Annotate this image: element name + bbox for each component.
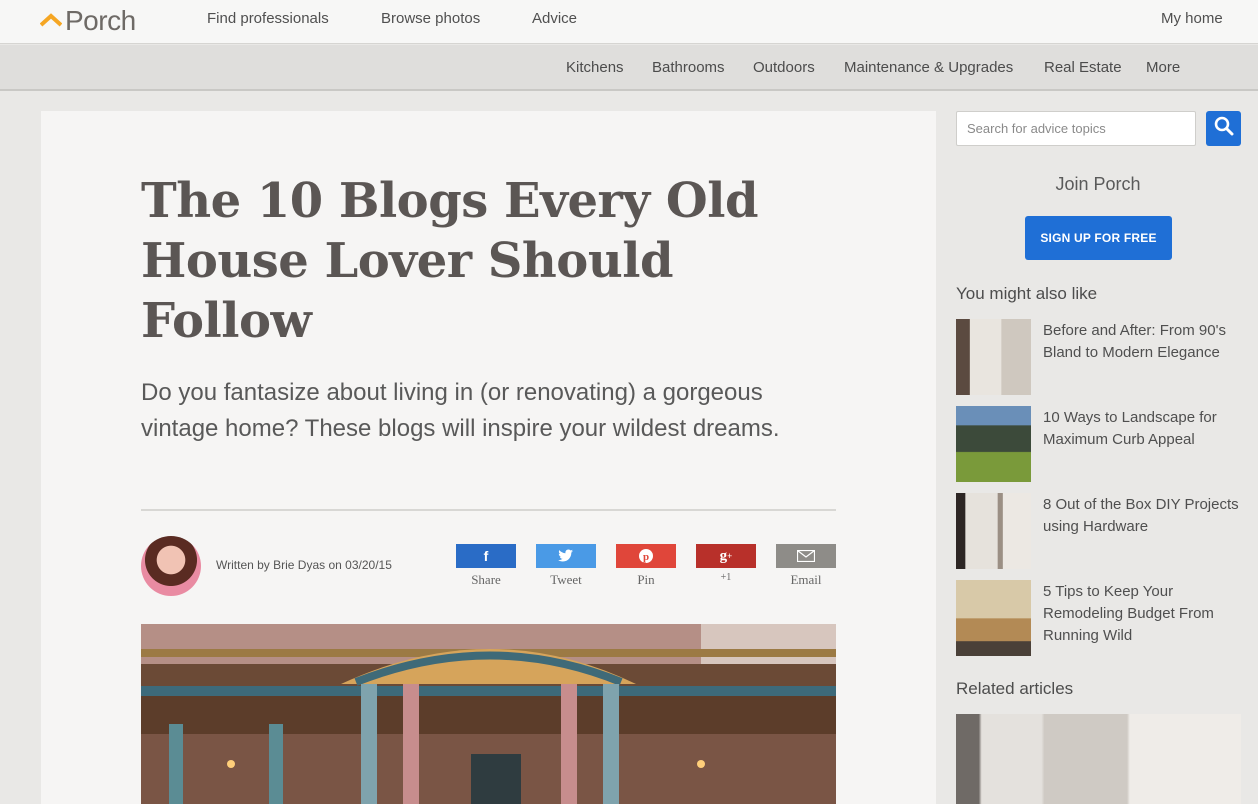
google-plus-icon: g + — [696, 544, 756, 568]
category-bathrooms[interactable]: Bathrooms — [652, 59, 725, 76]
recommendation-item[interactable]: Before and After: From 90's Bland to Mod… — [956, 319, 1246, 395]
search-input[interactable] — [956, 111, 1196, 146]
email-icon — [776, 544, 836, 568]
category-more[interactable]: More — [1146, 59, 1180, 76]
top-navigation-bar: Porch Find professionals Browse photos A… — [0, 0, 1258, 44]
share-google-plus-button[interactable]: g + +1 — [696, 544, 756, 583]
share-pinterest-button[interactable]: p Pin — [616, 544, 676, 588]
recommendation-thumbnail[interactable] — [956, 406, 1031, 482]
category-bar: Kitchens Bathrooms Outdoors Maintenance … — [0, 45, 1258, 91]
might-like-heading: You might also like — [956, 284, 1098, 303]
recommendation-thumbnail[interactable] — [956, 319, 1031, 395]
recommendation-item[interactable]: 8 Out of the Box DIY Projects using Hard… — [956, 493, 1246, 569]
email-label: Email — [790, 572, 822, 587]
svg-text:p: p — [643, 551, 649, 563]
share-label: Share — [471, 572, 501, 587]
facebook-icon: f — [456, 544, 516, 568]
nav-my-home[interactable]: My home — [1161, 10, 1223, 27]
article-subtitle: Do you fantasize about living in (or ren… — [141, 379, 780, 442]
logo-text: Porch — [65, 5, 136, 36]
recommendation-title[interactable]: Before and After: From 90's Bland to Mod… — [1043, 320, 1243, 364]
recommendation-title[interactable]: 10 Ways to Landscape for Maximum Curb Ap… — [1043, 407, 1243, 451]
search-icon — [1214, 116, 1234, 141]
divider — [141, 509, 836, 511]
author-byline: Written by Brie Dyas on 03/20/15 — [216, 558, 392, 572]
nav-browse-photos[interactable]: Browse photos — [381, 10, 480, 27]
search-button[interactable] — [1206, 111, 1241, 146]
recommendation-item[interactable]: 10 Ways to Landscape for Maximum Curb Ap… — [956, 406, 1246, 482]
share-facebook-button[interactable]: f Share — [456, 544, 516, 588]
article-hero-image — [141, 624, 836, 804]
porch-logo[interactable]: Porch — [39, 4, 136, 38]
tweet-label: Tweet — [550, 572, 582, 587]
nav-advice[interactable]: Advice — [532, 10, 577, 27]
author-avatar[interactable] — [141, 536, 201, 596]
category-outdoors[interactable]: Outdoors — [753, 59, 815, 76]
pinterest-icon: p — [616, 544, 676, 568]
pin-label: Pin — [637, 572, 655, 587]
recommendation-item[interactable]: 5 Tips to Keep Your Remodeling Budget Fr… — [956, 580, 1246, 656]
share-email-button[interactable]: Email — [776, 544, 836, 588]
sign-up-button[interactable]: SIGN UP FOR FREE — [1025, 216, 1172, 260]
recommendation-title[interactable]: 5 Tips to Keep Your Remodeling Budget Fr… — [1043, 581, 1243, 647]
twitter-icon — [536, 544, 596, 568]
category-maintenance-upgrades[interactable]: Maintenance & Upgrades — [844, 59, 1013, 76]
recommendation-thumbnail[interactable] — [956, 580, 1031, 656]
recommendation-title[interactable]: 8 Out of the Box DIY Projects using Hard… — [1043, 494, 1243, 538]
recommendation-thumbnail[interactable] — [956, 493, 1031, 569]
category-real-estate[interactable]: Real Estate — [1044, 59, 1122, 76]
house-roof-icon — [39, 13, 63, 29]
related-articles-heading: Related articles — [956, 679, 1074, 698]
share-twitter-button[interactable]: Tweet — [536, 544, 596, 588]
nav-find-professionals[interactable]: Find professionals — [207, 10, 329, 27]
article-title: The 10 Blogs Every Old House Lover Shoul… — [141, 173, 759, 349]
join-porch-heading: Join Porch — [1055, 174, 1141, 194]
related-article-image[interactable] — [956, 714, 1241, 804]
article-card: The 10 Blogs Every Old House Lover Shoul… — [41, 111, 936, 804]
category-kitchens[interactable]: Kitchens — [566, 59, 624, 76]
plus-one-label: +1 — [720, 572, 732, 583]
